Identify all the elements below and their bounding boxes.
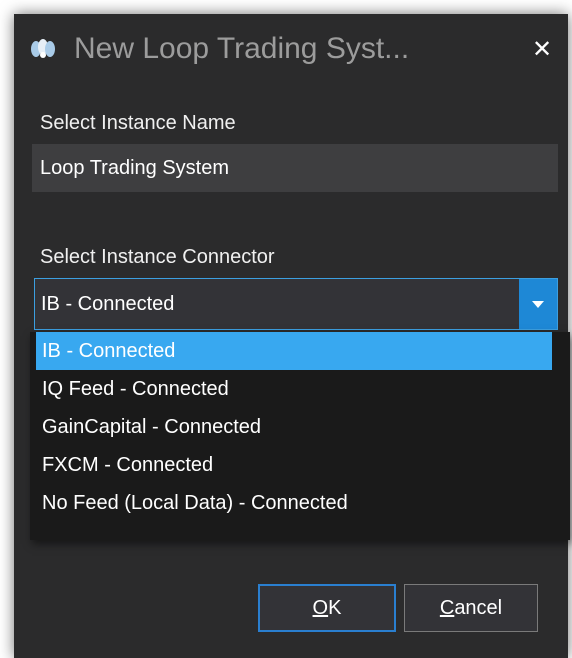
close-button[interactable]: ✕	[526, 34, 558, 66]
new-instance-dialog: New Loop Trading Syst... ✕ Select Instan…	[14, 14, 570, 658]
chevron-down-icon[interactable]	[519, 279, 557, 329]
connector-selected-value: IB - Connected	[41, 293, 175, 315]
instance-connector-label: Select Instance Connector	[40, 246, 275, 268]
cancel-mnemonic: C	[439, 597, 455, 619]
connector-option-ib[interactable]: IB - Connected	[36, 332, 552, 370]
connector-select[interactable]: IB - Connected	[34, 278, 558, 330]
ok-mnemonic: O	[312, 597, 329, 619]
connector-option-fxcm[interactable]: FXCM - Connected	[36, 446, 213, 484]
ok-label-rest: K	[328, 597, 342, 619]
connector-option-iq-feed[interactable]: IQ Feed - Connected	[36, 370, 229, 408]
connector-option-gaincapital[interactable]: GainCapital - Connected	[36, 408, 261, 446]
window-title: New Loop Trading Syst...	[74, 32, 410, 65]
title-bar[interactable]: New Loop Trading Syst... ✕	[14, 14, 568, 86]
connector-option-no-feed[interactable]: No Feed (Local Data) - Connected	[36, 484, 348, 522]
ok-button[interactable]: OK	[258, 584, 396, 632]
cancel-button[interactable]: Cancel	[404, 584, 538, 632]
app-logo-icon	[31, 39, 55, 58]
connector-dropdown-list: IB - Connected IQ Feed - Connected GainC…	[30, 332, 570, 540]
instance-name-label: Select Instance Name	[40, 112, 236, 134]
instance-name-input[interactable]: Loop Trading System	[32, 144, 558, 192]
close-icon: ✕	[531, 36, 553, 63]
cancel-label-rest: ancel	[454, 597, 503, 619]
